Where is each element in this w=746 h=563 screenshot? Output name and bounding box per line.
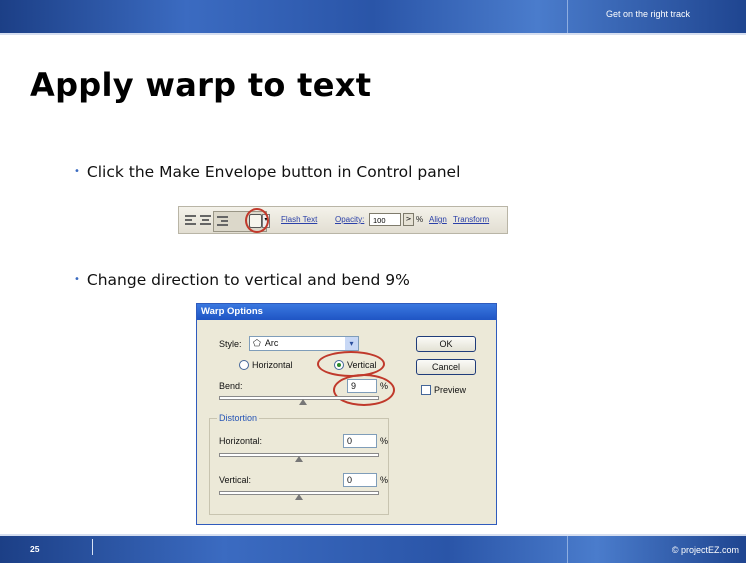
preview-label: Preview: [434, 385, 467, 395]
dist-horizontal-input[interactable]: 0: [343, 434, 377, 448]
bullet-text: Click the Make Envelope button in Contro…: [86, 163, 461, 181]
style-value: Arc: [264, 338, 279, 348]
banner-divider: [567, 0, 568, 33]
make-envelope-highlight: [245, 208, 269, 233]
bend-highlight: [333, 374, 395, 406]
transform-link[interactable]: Transform: [453, 215, 489, 224]
dist-vertical-unit: %: [380, 475, 389, 485]
bend-label: Bend:: [219, 381, 243, 391]
dialog-title: Warp Options: [197, 304, 496, 320]
style-select[interactable]: ⬠ Arc ▾: [249, 336, 359, 351]
opacity-unit: %: [416, 215, 424, 224]
flash-text-link[interactable]: Flash Text: [281, 215, 317, 224]
slide-title: Apply warp to text: [30, 66, 372, 104]
dist-horizontal-label: Horizontal:: [219, 436, 263, 446]
align-right-icon[interactable]: [217, 216, 228, 226]
align-center-icon[interactable]: [200, 215, 211, 225]
copyright-text: © projectEZ.com: [671, 545, 739, 555]
style-label: Style:: [219, 339, 242, 349]
preview-checkbox[interactable]: [421, 385, 431, 395]
bullet-dot-icon: •: [74, 166, 80, 177]
dist-vertical-slider-thumb[interactable]: [295, 494, 303, 500]
cancel-button[interactable]: Cancel: [416, 359, 476, 375]
header-tagline: Get on the right track: [605, 9, 690, 19]
horizontal-radio[interactable]: [239, 360, 249, 370]
opacity-link[interactable]: Opacity:: [335, 215, 364, 224]
chevron-down-icon[interactable]: ▾: [345, 337, 358, 350]
top-banner: Get on the right track: [0, 0, 746, 33]
top-rule: [0, 33, 746, 35]
bullet-item: • Change direction to vertical and bend 9…: [74, 271, 410, 289]
distortion-label: Distortion: [217, 413, 260, 423]
dist-horizontal-unit: %: [380, 436, 389, 446]
vertical-highlight: [317, 351, 385, 377]
ok-button[interactable]: OK: [416, 336, 476, 352]
footer-divider: [92, 539, 93, 555]
arc-style-icon: ⬠: [253, 338, 261, 348]
bullet-dot-icon: •: [74, 274, 80, 285]
slide: Get on the right track Apply warp to tex…: [0, 0, 746, 563]
dist-vertical-input[interactable]: 0: [343, 473, 377, 487]
align-link[interactable]: Align: [429, 215, 447, 224]
align-left-icon[interactable]: [185, 215, 196, 225]
bullet-text: Change direction to vertical and bend 9%: [86, 271, 410, 289]
dist-vertical-label: Vertical:: [219, 475, 252, 485]
horizontal-label: Horizontal: [252, 360, 293, 370]
dist-horizontal-slider-thumb[interactable]: [295, 456, 303, 462]
bend-slider-thumb[interactable]: [299, 399, 307, 405]
opacity-input[interactable]: 100: [369, 213, 401, 226]
bottom-banner: 25 © projectEZ.com: [0, 536, 746, 563]
opacity-arrow-button[interactable]: >: [403, 213, 414, 226]
banner-divider: [567, 536, 568, 563]
bullet-item: • Click the Make Envelope button in Contr…: [74, 163, 460, 181]
warp-options-dialog: Warp Options Style: ⬠ Arc ▾ Horizontal Ve…: [196, 303, 497, 525]
control-panel-strip: ▾ Flash Text Opacity: 100 > % Align Tran…: [178, 206, 508, 234]
page-number: 25: [30, 544, 40, 554]
distortion-group: [209, 418, 389, 515]
